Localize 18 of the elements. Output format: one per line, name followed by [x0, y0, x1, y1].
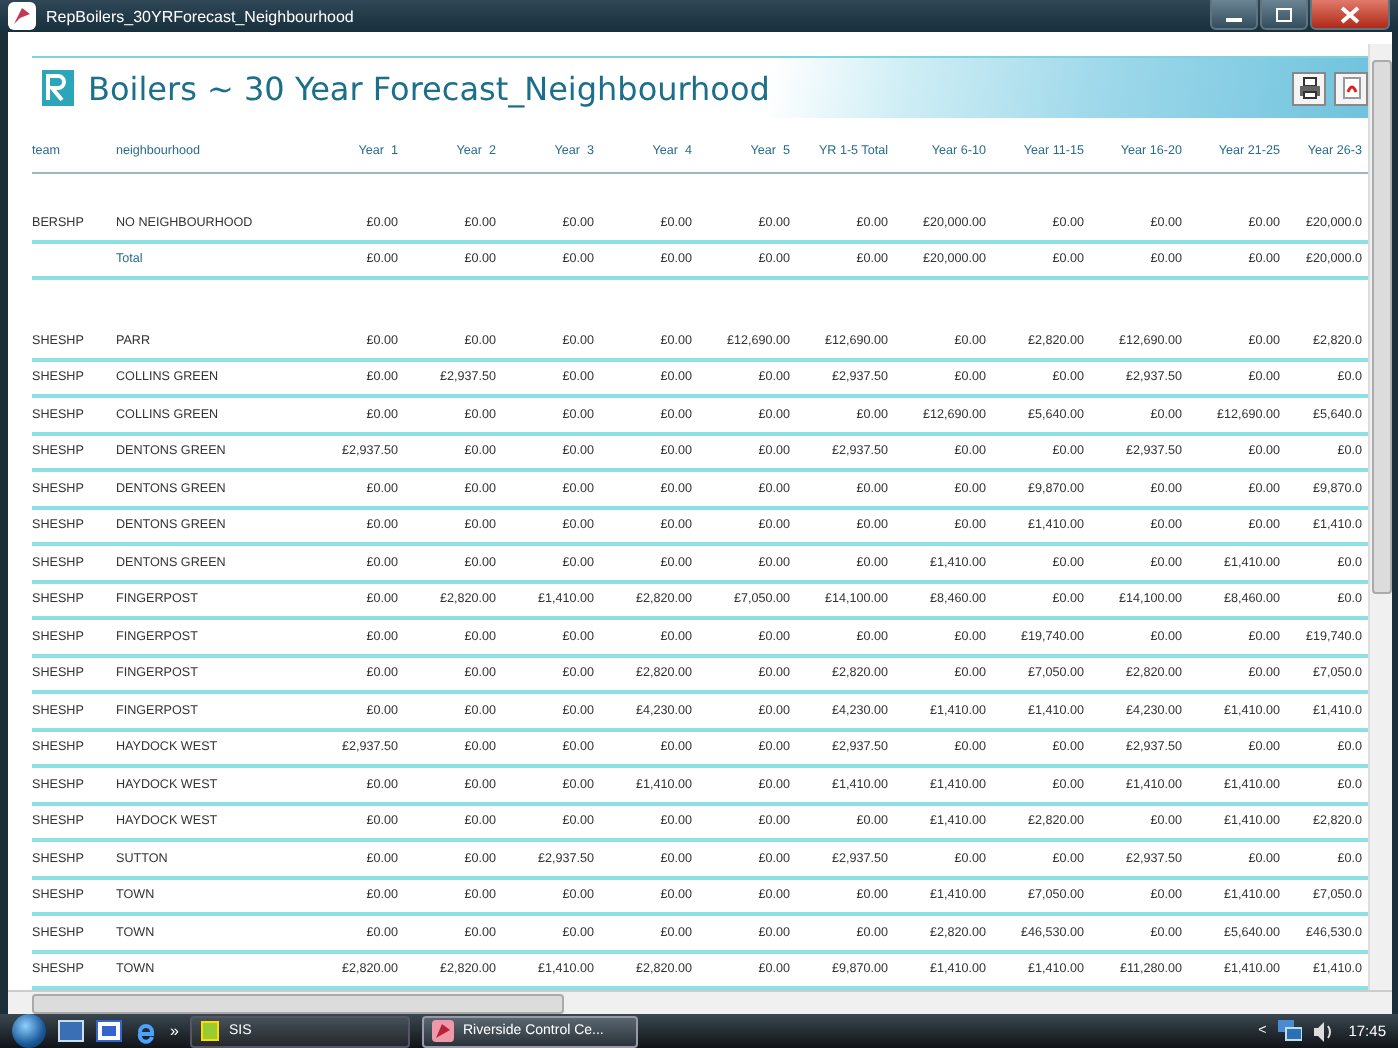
print-icon[interactable]: [1292, 71, 1326, 105]
restore-icon[interactable]: [1260, 0, 1308, 30]
window-switch-icon[interactable]: [96, 1020, 122, 1042]
report-title: Boilers ~ 30 Year Forecast_Neighbourhood: [88, 69, 770, 107]
desktop-icon[interactable]: [58, 1020, 84, 1042]
volume-icon[interactable]: [1314, 1021, 1337, 1041]
network-icon[interactable]: [1278, 1020, 1303, 1042]
pdf-icon[interactable]: [1334, 71, 1368, 105]
start-button[interactable]: [12, 1014, 46, 1048]
window-title: RepBoilers_30YRForecast_Neighbourhood: [46, 7, 354, 25]
browser-icon[interactable]: [134, 1019, 158, 1043]
report-logo-icon: [40, 68, 76, 108]
close-icon[interactable]: [1310, 0, 1390, 30]
horizontal-scrollbar[interactable]: [8, 990, 1392, 1014]
minimize-icon[interactable]: [1210, 0, 1258, 30]
vertical-scrollbar[interactable]: [1368, 44, 1392, 990]
more-button[interactable]: »: [170, 1022, 179, 1040]
app-logo-icon: [432, 1020, 455, 1042]
